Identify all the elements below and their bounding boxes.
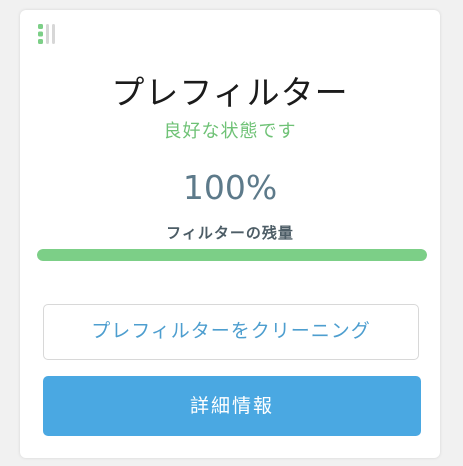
page-title: プレフィルター [111,73,349,112]
filter-percent: 100% [182,168,278,207]
filter-progress-bar [37,249,427,261]
clean-prefilter-button[interactable]: プレフィルターをクリーニング [43,304,419,360]
filter-remaining-label: フィルターの残量 [166,224,294,242]
filter-progress-fill [37,249,427,261]
status-text: 良好な状態です [163,121,297,142]
drag-handle-icon[interactable] [37,22,61,46]
prefilter-card: プレフィルター 良好な状態です 100% フィルターの残量 プレフィルターをクリ… [20,10,440,458]
details-button[interactable]: 詳細情報 [43,376,421,436]
